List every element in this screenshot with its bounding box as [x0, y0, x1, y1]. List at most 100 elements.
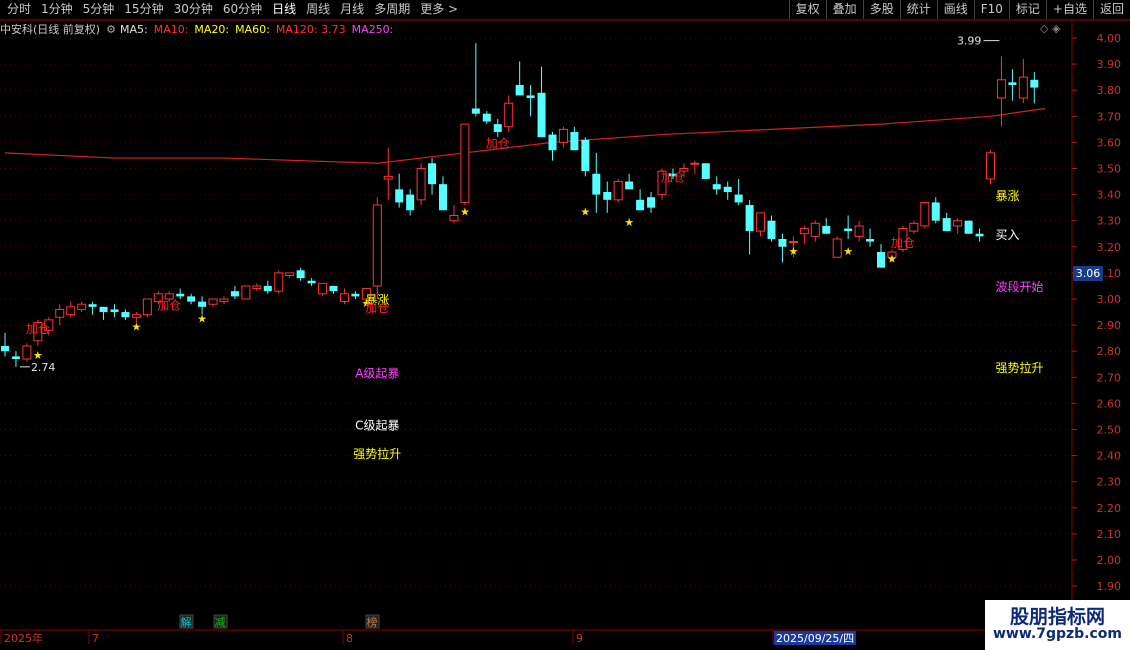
candle-body	[701, 163, 710, 179]
candle-body	[964, 220, 973, 234]
signal-star: ★	[843, 245, 853, 258]
high-price-label: 3.99	[957, 35, 982, 48]
candle-body	[482, 113, 491, 122]
candle-body	[339, 293, 349, 303]
candle-body	[558, 128, 568, 143]
candle-body	[460, 123, 470, 203]
candle-body	[198, 301, 207, 307]
candle-body	[252, 285, 262, 290]
candle-body	[548, 134, 557, 151]
candle-body	[636, 199, 645, 211]
price-axis-label: 3.90	[1097, 58, 1122, 71]
candle-body	[986, 152, 995, 180]
signal-star: ★	[131, 320, 141, 333]
candle-body	[329, 285, 338, 292]
candle-body	[77, 303, 87, 310]
candle-body	[942, 218, 951, 232]
price-axis-label: 3.30	[1097, 215, 1122, 228]
candle-body	[66, 306, 76, 316]
price-axis-label: 3.20	[1097, 241, 1122, 254]
candle-body	[866, 238, 875, 242]
candle-body	[504, 102, 514, 128]
candle-body	[734, 194, 743, 203]
candle-body	[428, 163, 437, 185]
price-axis-label: 1.90	[1097, 580, 1122, 593]
candle-body	[581, 139, 590, 172]
low-price-label: 2.74	[31, 361, 56, 374]
price-axis-label: 3.50	[1097, 163, 1122, 176]
candle-body	[712, 184, 721, 190]
signal-label: 加仓	[26, 322, 50, 336]
signal-star: ★	[580, 206, 590, 219]
event-badge: 解	[181, 615, 192, 629]
candle-body	[909, 222, 919, 232]
candle-body	[493, 124, 502, 132]
candle-body	[274, 272, 284, 292]
candle-body	[756, 212, 766, 232]
current-price-tag: 3.06	[1073, 266, 1103, 281]
candle-body	[515, 84, 524, 96]
candle-body	[647, 197, 656, 208]
signal-label: 波段开始	[996, 279, 1044, 294]
candle-body	[263, 285, 272, 292]
date-label: 7	[92, 632, 99, 645]
candle-body	[723, 186, 732, 192]
candle-body	[854, 225, 864, 237]
candle-body	[1018, 76, 1028, 99]
kline-chart[interactable]: 4.003.903.803.703.603.503.403.303.203.10…	[0, 0, 1130, 650]
candle-body	[822, 225, 831, 234]
candle-body	[799, 228, 809, 235]
candle-body	[953, 220, 963, 227]
date-label: 8	[346, 632, 353, 645]
candle-body	[395, 189, 404, 203]
candle-body	[449, 214, 459, 222]
date-label: 2025年	[4, 631, 43, 645]
candle-body	[88, 304, 97, 307]
date-label: 9	[576, 632, 583, 645]
candle-body	[318, 282, 328, 295]
candle-body	[406, 194, 415, 211]
candle-body	[142, 298, 152, 316]
candle-body	[788, 241, 798, 244]
candle-body	[351, 293, 360, 297]
price-axis-label: 2.80	[1097, 345, 1122, 358]
signal-label: 买入	[996, 228, 1020, 242]
price-axis-label: 2.90	[1097, 319, 1122, 332]
candle-body	[920, 201, 930, 227]
price-axis-label: 4.00	[1097, 32, 1122, 45]
candle-body	[1008, 82, 1017, 85]
candle-body	[219, 298, 229, 303]
candle-body	[745, 205, 754, 232]
candle-body	[931, 202, 940, 221]
candle-body	[877, 252, 885, 268]
price-axis-label: 3.70	[1097, 110, 1122, 123]
signal-label: 加仓	[891, 236, 915, 250]
price-axis-label: 3.60	[1097, 136, 1122, 149]
candle-body	[22, 345, 32, 360]
candle-body	[131, 314, 141, 318]
candle-body	[526, 95, 535, 99]
candle-body	[383, 175, 393, 180]
signal-label: 加仓	[365, 301, 389, 315]
watermark-logo: 股朋指标网 www.7gpzb.com	[985, 600, 1130, 650]
price-axis-label: 3.80	[1097, 84, 1122, 97]
signal-label: C级起暴	[355, 419, 399, 433]
price-axis-label: 2.30	[1097, 476, 1122, 489]
signal-star: ★	[197, 313, 207, 326]
candle-body	[307, 280, 316, 284]
candle-body	[592, 173, 601, 195]
candle-body	[832, 238, 842, 258]
candle-body	[372, 204, 382, 287]
candle-body	[975, 233, 984, 237]
candle-body	[176, 293, 185, 297]
candle-body	[296, 270, 305, 279]
candle-body	[439, 184, 447, 211]
price-axis-label: 3.00	[1097, 293, 1122, 306]
candle-body	[285, 272, 295, 277]
candle-body	[778, 238, 787, 247]
candle-body	[570, 131, 579, 151]
price-axis-label: 2.70	[1097, 371, 1122, 384]
candle-body	[625, 181, 634, 190]
candle-body	[121, 312, 130, 318]
candle-body	[416, 168, 426, 201]
